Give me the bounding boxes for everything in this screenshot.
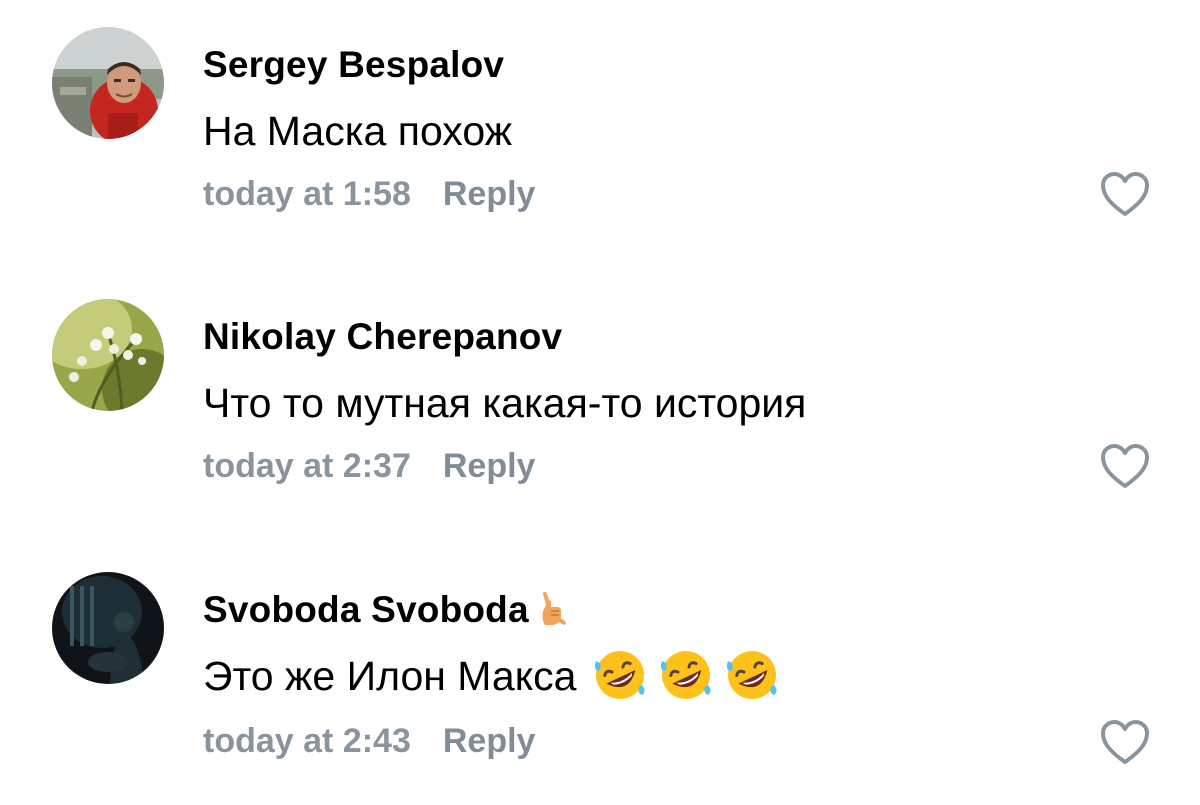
comment-meta: today at 1:58 Reply [203,175,535,214]
comment-meta: today at 2:37 Reply [203,447,535,486]
comment-author[interactable]: Svoboda Svoboda [203,589,567,631]
comment-text: Это же Илон Макса [203,651,780,703]
rolling-on-floor-laughing-emoji-icon [595,651,645,700]
comment-meta: today at 2:43 Reply [203,722,535,761]
like-heart-icon[interactable] [1100,444,1150,490]
comment-timestamp: today at 2:43 [203,722,411,760]
comment-timestamp: today at 1:58 [203,175,411,213]
avatar[interactable] [52,572,164,684]
comment-timestamp: today at 2:37 [203,447,411,485]
dark-figure-avatar-icon [52,572,164,684]
comment-author-name: Svoboda Svoboda [203,589,529,630]
man-photo-avatar-icon [52,27,164,139]
comment-item: Sergey Bespalov На Маска похож today at … [0,0,1200,260]
comment-author[interactable]: Nikolay Cherepanov [203,316,562,358]
comment-item: Nikolay Cherepanov Что то мутная какая-т… [0,272,1200,532]
avatar[interactable] [52,299,164,411]
call-me-hand-emoji-icon [542,591,566,626]
comment-text-content: Это же Илон Макса [203,653,577,699]
comment-author[interactable]: Sergey Bespalov [203,44,504,86]
like-heart-icon[interactable] [1100,720,1150,766]
lily-of-the-valley-avatar-icon [52,299,164,411]
rolling-on-floor-laughing-emoji-icon [661,651,711,700]
reply-button[interactable]: Reply [443,447,536,485]
like-heart-icon[interactable] [1100,172,1150,218]
comment-item: Svoboda Svoboda Это же Илон Макса today … [0,545,1200,805]
comment-text: На Маска похож [203,108,513,154]
avatar[interactable] [52,27,164,139]
rolling-on-floor-laughing-emoji-icon [727,651,777,700]
reply-button[interactable]: Reply [443,722,536,760]
reply-button[interactable]: Reply [443,175,536,213]
comment-text: Что то мутная какая-то история [203,380,807,426]
